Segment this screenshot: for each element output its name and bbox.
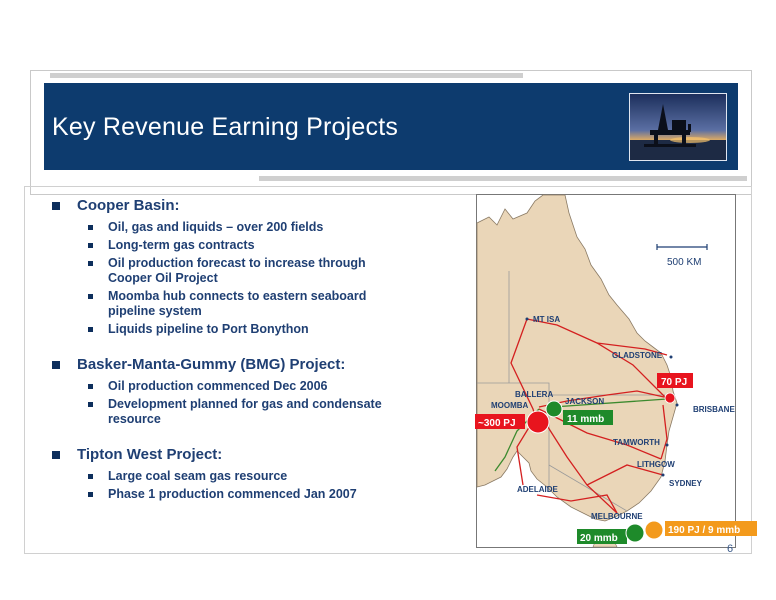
list-item: Oil production commenced Dec 2006 bbox=[50, 379, 450, 394]
city-dot bbox=[525, 317, 529, 321]
city-dot bbox=[675, 403, 679, 407]
list-item-text: Oil, gas and liquids – over 200 fields bbox=[108, 220, 324, 234]
bullet-square-icon bbox=[88, 384, 93, 389]
section-heading: Basker-Manta-Gummy (BMG) Project: bbox=[50, 356, 450, 374]
city-label-gladstone: GLADSTONE bbox=[612, 351, 663, 360]
city-dot bbox=[669, 355, 673, 359]
list-item-text: Large coal seam gas resource bbox=[108, 469, 288, 483]
section-heading-text: Tipton West Project: bbox=[77, 446, 223, 463]
section-heading-text: Cooper Basin: bbox=[77, 197, 180, 214]
bullet-square-icon bbox=[88, 402, 93, 407]
city-dot bbox=[661, 473, 665, 477]
list-item: Long-term gas contracts bbox=[50, 238, 450, 253]
list-item: Phase 1 production commenced Jan 2007 bbox=[50, 487, 450, 502]
scale-label: 500 KM bbox=[667, 257, 701, 268]
list-item: Large coal seam gas resource bbox=[50, 469, 450, 484]
page-title: Key Revenue Earning Projects bbox=[52, 113, 399, 141]
svg-text:~300 PJ: ~300 PJ bbox=[478, 418, 516, 429]
city-label-brisbane: BRISBANE bbox=[693, 405, 735, 414]
bullet-square-icon bbox=[88, 492, 93, 497]
oil-marker bbox=[545, 400, 563, 418]
gas-marker bbox=[664, 392, 676, 404]
title-band: Key Revenue Earning Projects bbox=[44, 83, 738, 170]
city-label-lithgow: LITHGOW bbox=[637, 460, 675, 469]
city-label-adelaide: ADELAIDE bbox=[517, 485, 559, 494]
list-item-text: Oil production commenced Dec 2006 bbox=[108, 379, 328, 393]
list-item: Moomba hub connects to eastern seaboard … bbox=[50, 289, 450, 319]
gas-marker bbox=[526, 410, 550, 434]
list-item-text: Liquids pipeline to Port Bonython bbox=[108, 322, 309, 336]
city-label-sydney: SYDNEY bbox=[669, 479, 703, 488]
city-label-jackson: JACKSON bbox=[565, 397, 604, 406]
city-label-moomba: MOOMBA bbox=[491, 401, 529, 410]
bullet-list: Cooper Basin: Oil, gas and liquids – ove… bbox=[50, 197, 450, 505]
oil-rig-photo bbox=[629, 93, 727, 161]
gas-condensate-marker bbox=[644, 520, 664, 540]
header-decor-bar-top bbox=[50, 73, 523, 78]
section-heading-text: Basker-Manta-Gummy (BMG) Project: bbox=[77, 356, 346, 373]
bullet-square-icon bbox=[88, 243, 93, 248]
header-decor-bar-bottom bbox=[259, 176, 747, 181]
svg-text:70 PJ: 70 PJ bbox=[661, 377, 687, 388]
bullet-square-icon bbox=[52, 202, 60, 210]
svg-text:20 mmb: 20 mmb bbox=[580, 533, 618, 544]
list-item-text: Oil production forecast to increase thro… bbox=[108, 256, 366, 285]
list-item: Development planned for gas and condensa… bbox=[50, 397, 450, 427]
city-label-melbourne: MELBOURNE bbox=[591, 512, 643, 521]
svg-text:190 PJ / 9 mmb: 190 PJ / 9 mmb bbox=[668, 525, 740, 536]
list-item: Liquids pipeline to Port Bonython bbox=[50, 322, 450, 337]
list-item-text: Phase 1 production commenced Jan 2007 bbox=[108, 487, 357, 501]
project-map: 500 KM MT ISA GLADSTONE BALLERA JACKSON … bbox=[475, 194, 757, 548]
bullet-square-icon bbox=[52, 451, 60, 459]
city-label-ballera: BALLERA bbox=[515, 390, 553, 399]
city-dot bbox=[665, 443, 669, 447]
list-item-text: Long-term gas contracts bbox=[108, 238, 255, 252]
bullet-square-icon bbox=[88, 225, 93, 230]
section-heading: Cooper Basin: bbox=[50, 197, 450, 215]
list-item-text: Moomba hub connects to eastern seaboard … bbox=[108, 289, 367, 318]
list-item-text: Development planned for gas and condensa… bbox=[108, 397, 382, 426]
list-item: Oil production forecast to increase thro… bbox=[50, 256, 450, 286]
city-label-tamworth: TAMWORTH bbox=[613, 438, 660, 447]
bullet-square-icon bbox=[88, 261, 93, 266]
svg-text:11 mmb: 11 mmb bbox=[567, 414, 604, 425]
section-heading: Tipton West Project: bbox=[50, 446, 450, 464]
city-label-mt-isa: MT ISA bbox=[533, 315, 560, 324]
bullet-square-icon bbox=[88, 327, 93, 332]
page-number: 6 bbox=[727, 543, 734, 555]
bullet-square-icon bbox=[88, 294, 93, 299]
bullet-square-icon bbox=[88, 474, 93, 479]
oil-marker bbox=[625, 523, 645, 543]
bullet-square-icon bbox=[52, 361, 60, 369]
list-item: Oil, gas and liquids – over 200 fields bbox=[50, 220, 450, 235]
